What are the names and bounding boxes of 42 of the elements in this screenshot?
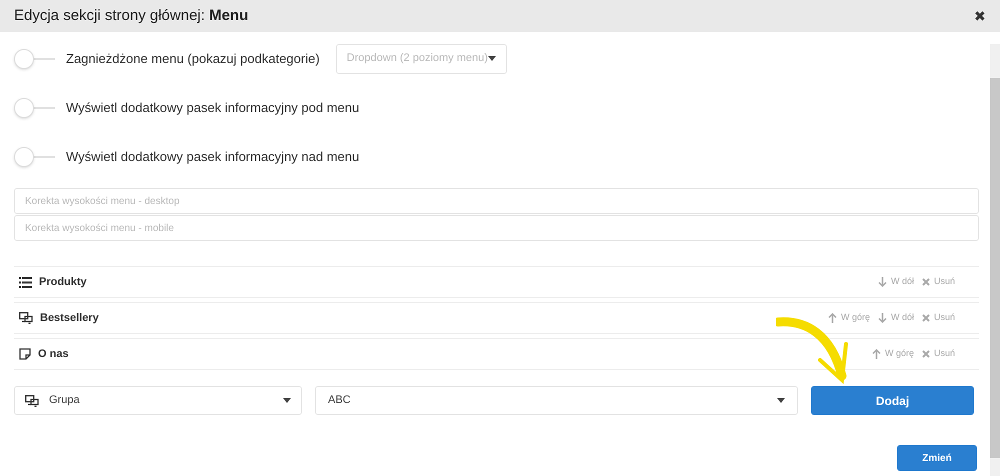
type-select[interactable]: Grupa [14, 386, 302, 415]
toggle-label: Wyświetl dodatkowy pasek informacyjny nad menu [66, 148, 360, 166]
item-action-button[interactable]: Usuń [922, 347, 955, 361]
dialog-title: Edycja sekcji strony głównej: Menu [14, 6, 248, 26]
item-action-button[interactable]: Usuń [922, 275, 955, 289]
menu-item-label: O nas [38, 346, 69, 362]
scrollbar[interactable] [990, 44, 1000, 476]
screens-icon [19, 312, 33, 324]
arrow-down-icon [878, 313, 887, 323]
toggle-label: Wyświetl dodatkowy pasek informacyjny pod menu [66, 98, 360, 117]
note-icon [19, 348, 31, 360]
close-icon [922, 278, 930, 286]
caret-icon [777, 398, 785, 403]
close-icon [922, 314, 930, 322]
close-icon [922, 350, 930, 358]
toggle-label: Zagnieżdżone menu (pokazuj podkategorie) [66, 50, 320, 68]
input-field[interactable]: Korekta wysokości menu - desktop [14, 188, 979, 214]
select-value: Grupa [49, 393, 80, 408]
save-button[interactable]: Zmień [897, 445, 977, 471]
item-action-button[interactable]: W górę [872, 347, 914, 361]
item-action-button[interactable]: W dół [878, 311, 914, 325]
item-action-button[interactable]: W dół [878, 275, 914, 289]
menu-item-label: Bestsellery [40, 310, 99, 326]
select-value: ABC [328, 393, 351, 408]
caret-icon [283, 398, 291, 403]
item-action-button[interactable]: Usuń [922, 311, 955, 325]
screens-icon [25, 394, 39, 406]
arrow-up-icon [828, 313, 837, 323]
arrow-up-icon [872, 349, 881, 359]
toggle-switch[interactable] [14, 48, 55, 68]
close-button[interactable]: ✖ [974, 9, 986, 23]
caret-icon [488, 56, 496, 61]
menu-item-label: Produkty [39, 274, 87, 290]
input-field[interactable]: Korekta wysokości menu - mobile [14, 215, 979, 241]
arrow-down-icon [878, 277, 887, 287]
dropdown-select[interactable]: Dropdown (2 poziomy menu) [336, 44, 507, 74]
list-icon [19, 276, 32, 288]
toggle-switch[interactable] [14, 98, 55, 118]
add-button[interactable]: Dodaj [811, 386, 974, 415]
value-select[interactable]: ABC [315, 386, 798, 415]
item-action-button[interactable]: W górę [828, 311, 870, 325]
toggle-switch[interactable] [14, 146, 55, 166]
